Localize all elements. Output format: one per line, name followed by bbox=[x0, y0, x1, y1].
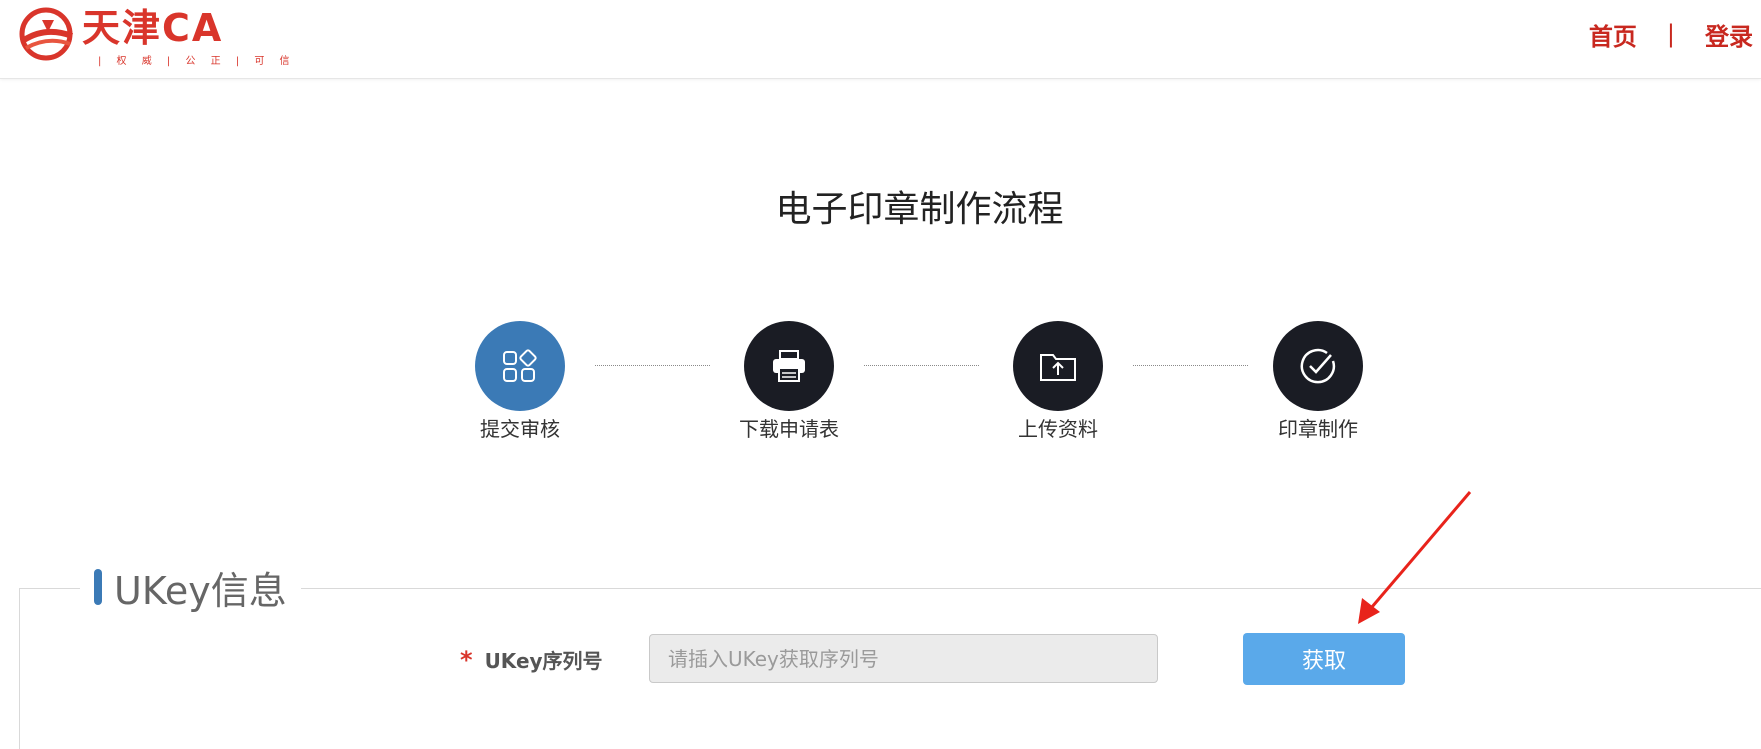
get-serial-button[interactable]: 获取 bbox=[1243, 633, 1405, 685]
step-label: 下载申请表 bbox=[739, 417, 839, 441]
apps-icon bbox=[503, 349, 537, 382]
step-label: 提交审核 bbox=[480, 417, 560, 441]
top-nav: 首页 | 登录 bbox=[1589, 14, 1753, 54]
page-title: 电子印章制作流程 bbox=[775, 189, 1064, 230]
annotation-arrow-icon bbox=[1358, 491, 1472, 624]
step-connector bbox=[864, 365, 979, 366]
step-label: 上传资料 bbox=[1018, 417, 1098, 441]
ukey-serial-label-text: UKey序列号 bbox=[484, 649, 603, 673]
nav-login-link[interactable]: 登录 bbox=[1705, 17, 1753, 52]
step-circle bbox=[475, 321, 565, 411]
ukey-serial-input[interactable] bbox=[649, 634, 1158, 683]
top-header: 天津CA | 权 威 | 公 正 | 可 信 首页 | 登录 bbox=[0, 0, 1761, 79]
nav-home-link[interactable]: 首页 bbox=[1589, 17, 1637, 52]
step-connector bbox=[595, 365, 710, 366]
step-upload-docs[interactable]: 上传资料 bbox=[988, 321, 1128, 442]
ukey-serial-label: * UKey序列号 bbox=[460, 645, 603, 674]
step-label: 印章制作 bbox=[1278, 417, 1358, 441]
logo[interactable]: 天津CA | 权 威 | 公 正 | 可 信 bbox=[18, 6, 290, 67]
step-download-form[interactable]: 下载申请表 bbox=[719, 321, 859, 442]
folder-upload-icon bbox=[1040, 354, 1076, 381]
step-circle bbox=[744, 321, 834, 411]
required-asterisk: * bbox=[460, 646, 473, 674]
step-connector bbox=[1133, 365, 1248, 366]
check-circle-icon bbox=[1300, 348, 1336, 384]
legend-title: UKey信息 bbox=[114, 568, 287, 613]
step-submit-review[interactable]: 提交审核 bbox=[450, 321, 590, 442]
logo-mark-icon bbox=[19, 7, 74, 61]
logo-text: 天津CA bbox=[82, 6, 224, 50]
ukey-legend: UKey信息 bbox=[80, 556, 301, 618]
step-seal-making[interactable]: 印章制作 bbox=[1248, 321, 1388, 442]
step-circle bbox=[1013, 321, 1103, 411]
logo-subtitle: | 权 威 | 公 正 | 可 信 bbox=[98, 56, 296, 67]
step-circle bbox=[1273, 321, 1363, 411]
printer-icon bbox=[773, 350, 805, 382]
nav-separator: | bbox=[1666, 20, 1675, 48]
legend-accent-bar bbox=[94, 569, 102, 605]
